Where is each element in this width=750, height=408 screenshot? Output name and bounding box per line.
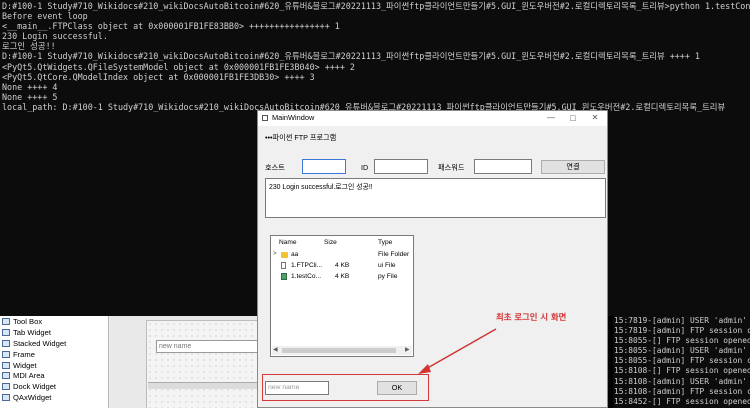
console-line: D:#100-1 Study#710_Wikidocs#210_wikiDocs… — [2, 51, 700, 62]
widget-icon — [2, 372, 10, 380]
console-line: D:#100-1 Study#710_Wikidocs#210_wikiDocs… — [2, 1, 750, 11]
widget-box-item-label: QAxWidget — [13, 393, 52, 403]
widget-box-item-label: MDI Area — [13, 371, 45, 381]
column-header-name[interactable]: Name — [279, 239, 297, 246]
qt-designer-window: Tool Box Tab Widget Stacked Widget Frame… — [0, 316, 260, 408]
program-label: •••파이썬 FTP 프로그램 — [265, 133, 337, 142]
widget-box-item-label: Tool Box — [13, 316, 43, 326]
python-file-icon — [281, 273, 287, 280]
widget-icon — [2, 383, 10, 391]
widget-box-item-tool-box[interactable]: Tool Box — [0, 316, 108, 327]
widget-box-item-label: Tab Widget — [13, 327, 51, 337]
widget-box-item-label: Frame — [13, 349, 35, 359]
tree-cell-name: aa — [291, 251, 299, 258]
server-log-line: 15:8055-[admin] FTP session clo — [614, 356, 750, 366]
widget-box-item-qaxwidget[interactable]: QAxWidget — [0, 392, 108, 403]
tree-cell-type: File Folder — [378, 251, 410, 258]
log-text-area[interactable]: 230 Login successful.로그인 성공!! — [265, 178, 606, 218]
console-line: None ++++ 4 — [2, 81, 58, 92]
widget-box-item-mdi-area[interactable]: MDI Area — [0, 370, 108, 381]
widget-box-item-label: Widget — [13, 360, 37, 370]
scroll-left-icon[interactable]: ◀ — [273, 346, 278, 353]
id-input[interactable] — [374, 159, 428, 174]
widget-box-item-label: Stacked Widget — [13, 338, 67, 348]
scroll-right-icon[interactable]: ▶ — [405, 346, 410, 353]
app-window-icon — [262, 115, 268, 121]
widget-icon — [2, 339, 10, 347]
server-log-line: 15:8055-[admin] USER 'admin' lo — [614, 346, 750, 356]
widget-box-item-stacked-widget[interactable]: Stacked Widget — [0, 338, 108, 349]
expand-chevron-icon[interactable]: > — [273, 251, 277, 257]
widget-box-item-tab-widget[interactable]: Tab Widget — [0, 327, 108, 338]
maximize-button[interactable]: □ — [562, 111, 584, 126]
widget-box-item-widget[interactable]: Widget — [0, 360, 108, 371]
server-log-line: 15:7819-[admin] USER 'admin' lo — [614, 316, 750, 325]
tree-header: Name Size Type — [271, 236, 413, 248]
tree-row[interactable]: 1.FTPCli... 4 KB ui File — [271, 261, 413, 272]
file-icon — [281, 262, 286, 269]
window-title: MainWindow — [272, 113, 315, 122]
password-label: 패스워드 — [438, 163, 465, 172]
annotation-arrow-icon — [418, 328, 497, 374]
server-log-line: 15:8108-[admin] FTP session clo — [614, 386, 750, 396]
horizontal-scrollbar[interactable]: ◀ ▶ — [272, 346, 412, 355]
widget-icon — [2, 350, 10, 358]
title-bar[interactable]: MainWindow — □ ✕ — [258, 111, 607, 126]
server-log-line: 15:8108-[admin] USER 'admin' lo — [614, 376, 750, 386]
console-line: None ++++ 5 — [2, 91, 58, 102]
widget-icon — [2, 394, 10, 402]
folder-icon — [281, 252, 288, 258]
password-input[interactable] — [474, 159, 532, 174]
console-line: 230 Login successful. — [2, 31, 108, 42]
widget-icon — [2, 317, 10, 325]
tree-cell-type: py File — [378, 273, 398, 280]
highlight-box — [262, 374, 429, 401]
id-label: ID — [361, 163, 369, 172]
console-line: <PyQt5.QtWidgets.QFileSystemModel object… — [2, 61, 355, 72]
designer-name-input[interactable]: new name — [156, 340, 258, 353]
console-line: 로그인 성공!! — [2, 41, 56, 52]
annotation-label: 최초 로그인 시 화면 — [496, 312, 567, 322]
tree-row[interactable]: > aa File Folder — [271, 250, 413, 261]
connect-button[interactable]: 연결 — [541, 160, 605, 174]
console-line: <PyQt5.QtCore.QModelIndex object at 0x00… — [2, 71, 315, 82]
widget-box-item-label: Dock Widget — [13, 382, 57, 392]
tree-cell-name: 1.FTPCli... — [291, 262, 323, 269]
server-log-line: 15:8055-[] FTP session opened (c — [614, 336, 750, 346]
column-header-type[interactable]: Type — [378, 239, 392, 246]
widget-box-panel: Tool Box Tab Widget Stacked Widget Frame… — [0, 316, 109, 408]
host-input[interactable] — [302, 159, 346, 174]
tree-cell-type: ui File — [378, 262, 396, 269]
widget-icon — [2, 328, 10, 336]
console-line: <__main__.FTPClass object at 0x000001FB1… — [2, 21, 340, 32]
console-line: Before event loop — [2, 11, 88, 22]
tree-cell-size: 4 KB — [335, 273, 350, 280]
widget-box-item-dock-widget[interactable]: Dock Widget — [0, 381, 108, 392]
tree-cell-name: 1.testCo... — [291, 273, 322, 280]
designer-canvas[interactable]: new name — [110, 316, 260, 408]
server-log-line: 15:8108-[] FTP session opened (c — [614, 366, 750, 376]
local-file-tree[interactable]: Name Size Type > aa File Folder 1.FTPCli… — [270, 235, 414, 357]
minimize-button[interactable]: — — [540, 111, 562, 126]
server-log-line: 15:8452-[] FTP session opened (c — [614, 396, 750, 406]
tree-row[interactable]: 1.testCo... 4 KB py File — [271, 272, 413, 283]
widget-box-item-frame[interactable]: Frame — [0, 349, 108, 360]
host-label: 호스트 — [265, 163, 285, 172]
scrollbar-thumb[interactable] — [282, 348, 396, 353]
close-button[interactable]: ✕ — [584, 111, 606, 126]
tree-cell-size: 4 KB — [335, 262, 350, 269]
form-grid — [146, 320, 260, 408]
column-header-size[interactable]: Size — [324, 239, 337, 246]
server-log-line: 15:7819-[admin] FTP session clo — [614, 326, 750, 336]
widget-icon — [2, 361, 10, 369]
server-log-console: 15:7819-[admin] USER 'admin' lo 15:7819-… — [613, 316, 750, 408]
designer-button[interactable] — [148, 382, 258, 389]
